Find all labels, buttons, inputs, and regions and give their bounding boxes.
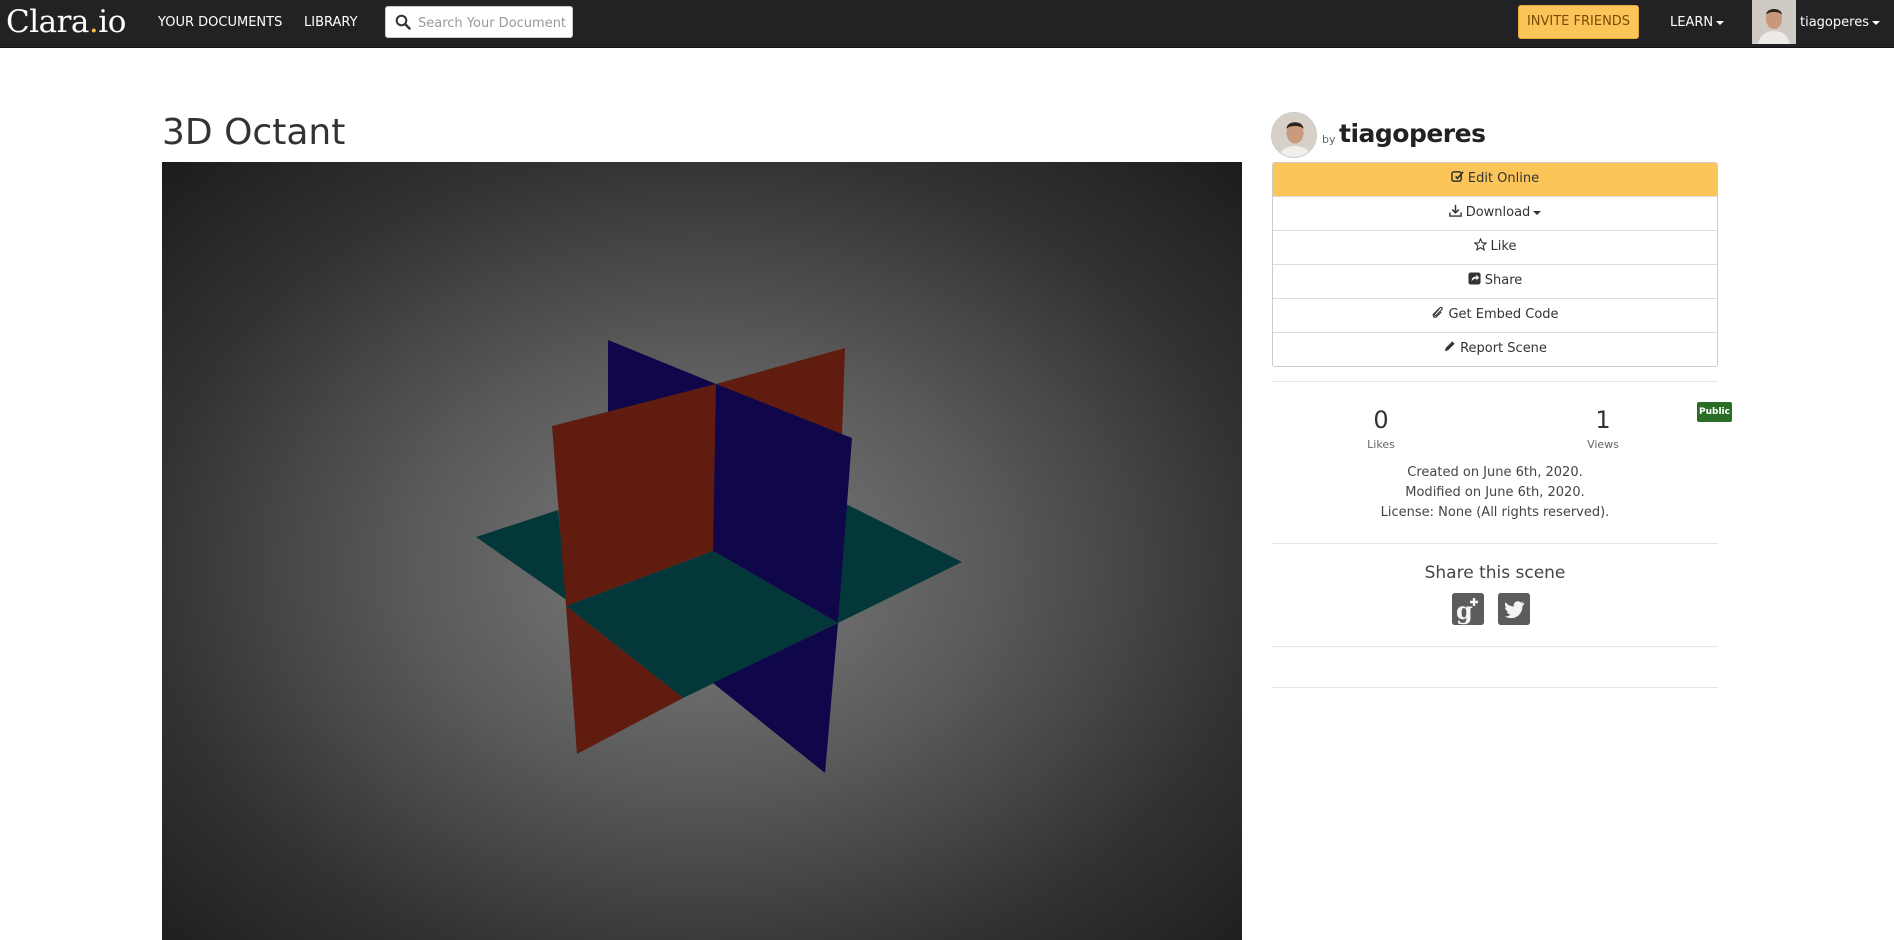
invite-friends-button[interactable]: INVITE FRIENDS xyxy=(1518,5,1639,39)
likes-label: Likes xyxy=(1367,438,1395,451)
logo-dot: . xyxy=(88,4,99,40)
user-menu[interactable]: tiagoperes xyxy=(1800,0,1880,45)
share-label: Share xyxy=(1484,273,1523,288)
page-title: 3D Octant xyxy=(162,112,346,153)
report-scene-label: Report Scene xyxy=(1460,341,1547,356)
modified-date: Modified on June 6th, 2020. xyxy=(1405,485,1585,500)
action-list: Edit Online Download Like Share Get Embe… xyxy=(1272,162,1718,367)
likes-count: 0 xyxy=(1373,406,1389,434)
clara-logo[interactable]: Clara.io xyxy=(6,2,126,42)
report-scene-button[interactable]: Report Scene xyxy=(1273,332,1717,366)
horizontal-plane-right-back xyxy=(838,504,962,623)
get-embed-code-label: Get Embed Code xyxy=(1448,307,1559,322)
get-embed-code-button[interactable]: Get Embed Code xyxy=(1273,298,1717,332)
user-avatar[interactable] xyxy=(1752,0,1796,44)
user-avatar-image xyxy=(1752,0,1796,44)
search-input[interactable] xyxy=(416,11,570,35)
top-navbar: Clara.io YOUR DOCUMENTS LIBRARY INVITE F… xyxy=(0,0,1894,48)
edit-online-label: Edit Online xyxy=(1467,171,1540,186)
star-icon xyxy=(1473,238,1487,251)
logo-text-main: Clara xyxy=(6,4,89,40)
nav-learn-dropdown[interactable]: LEARN xyxy=(1670,0,1725,45)
paperclip-icon xyxy=(1433,306,1444,318)
share-icon xyxy=(1468,272,1481,285)
horizontal-plane-left-back xyxy=(476,510,568,601)
share-title: Share this scene xyxy=(1424,563,1566,583)
likes-stat: 0 Likes xyxy=(1341,406,1421,451)
google-plus-glyph: g xyxy=(1452,593,1484,625)
like-button[interactable]: Like xyxy=(1273,230,1717,264)
views-count: 1 xyxy=(1595,406,1611,434)
created-date: Created on June 6th, 2020. xyxy=(1407,465,1583,480)
author-avatar-image xyxy=(1272,113,1316,157)
search-icon xyxy=(395,14,411,30)
author-by-label: by xyxy=(1322,133,1336,146)
pencil-icon xyxy=(1444,341,1455,352)
visibility-badge: Public xyxy=(1697,402,1732,422)
like-label: Like xyxy=(1490,239,1517,254)
divider xyxy=(1272,381,1718,382)
divider xyxy=(1272,687,1718,688)
octant-scene xyxy=(476,340,962,773)
download-label: Download xyxy=(1465,205,1531,220)
nav-library[interactable]: LIBRARY xyxy=(304,0,358,45)
share-button[interactable]: Share xyxy=(1273,264,1717,298)
author-name[interactable]: tiagoperes xyxy=(1339,119,1486,148)
svg-text:g: g xyxy=(1456,596,1473,625)
3d-viewer[interactable] xyxy=(162,162,1242,940)
twitter-glyph xyxy=(1498,593,1530,625)
author-avatar[interactable] xyxy=(1271,112,1317,158)
divider xyxy=(1272,543,1718,544)
nav-your-documents[interactable]: YOUR DOCUMENTS xyxy=(158,0,282,45)
download-button[interactable]: Download xyxy=(1273,196,1717,230)
views-label: Views xyxy=(1587,438,1619,451)
edit-online-button[interactable]: Edit Online xyxy=(1273,163,1717,196)
search-box[interactable] xyxy=(385,6,573,38)
chevron-down-icon xyxy=(1533,210,1542,215)
google-plus-icon[interactable]: g xyxy=(1452,593,1484,625)
user-menu-name: tiagoperes xyxy=(1800,15,1869,30)
divider xyxy=(1272,646,1718,647)
edit-icon xyxy=(1451,171,1464,182)
logo-text-suffix: io xyxy=(98,4,126,40)
twitter-icon[interactable] xyxy=(1498,593,1530,625)
license-info: License: None (All rights reserved). xyxy=(1380,505,1610,520)
nav-learn-label: LEARN xyxy=(1670,15,1714,30)
download-icon xyxy=(1448,204,1462,217)
views-stat: 1 Views xyxy=(1563,406,1643,451)
chevron-down-icon xyxy=(1716,20,1725,25)
chevron-down-icon xyxy=(1871,20,1880,25)
